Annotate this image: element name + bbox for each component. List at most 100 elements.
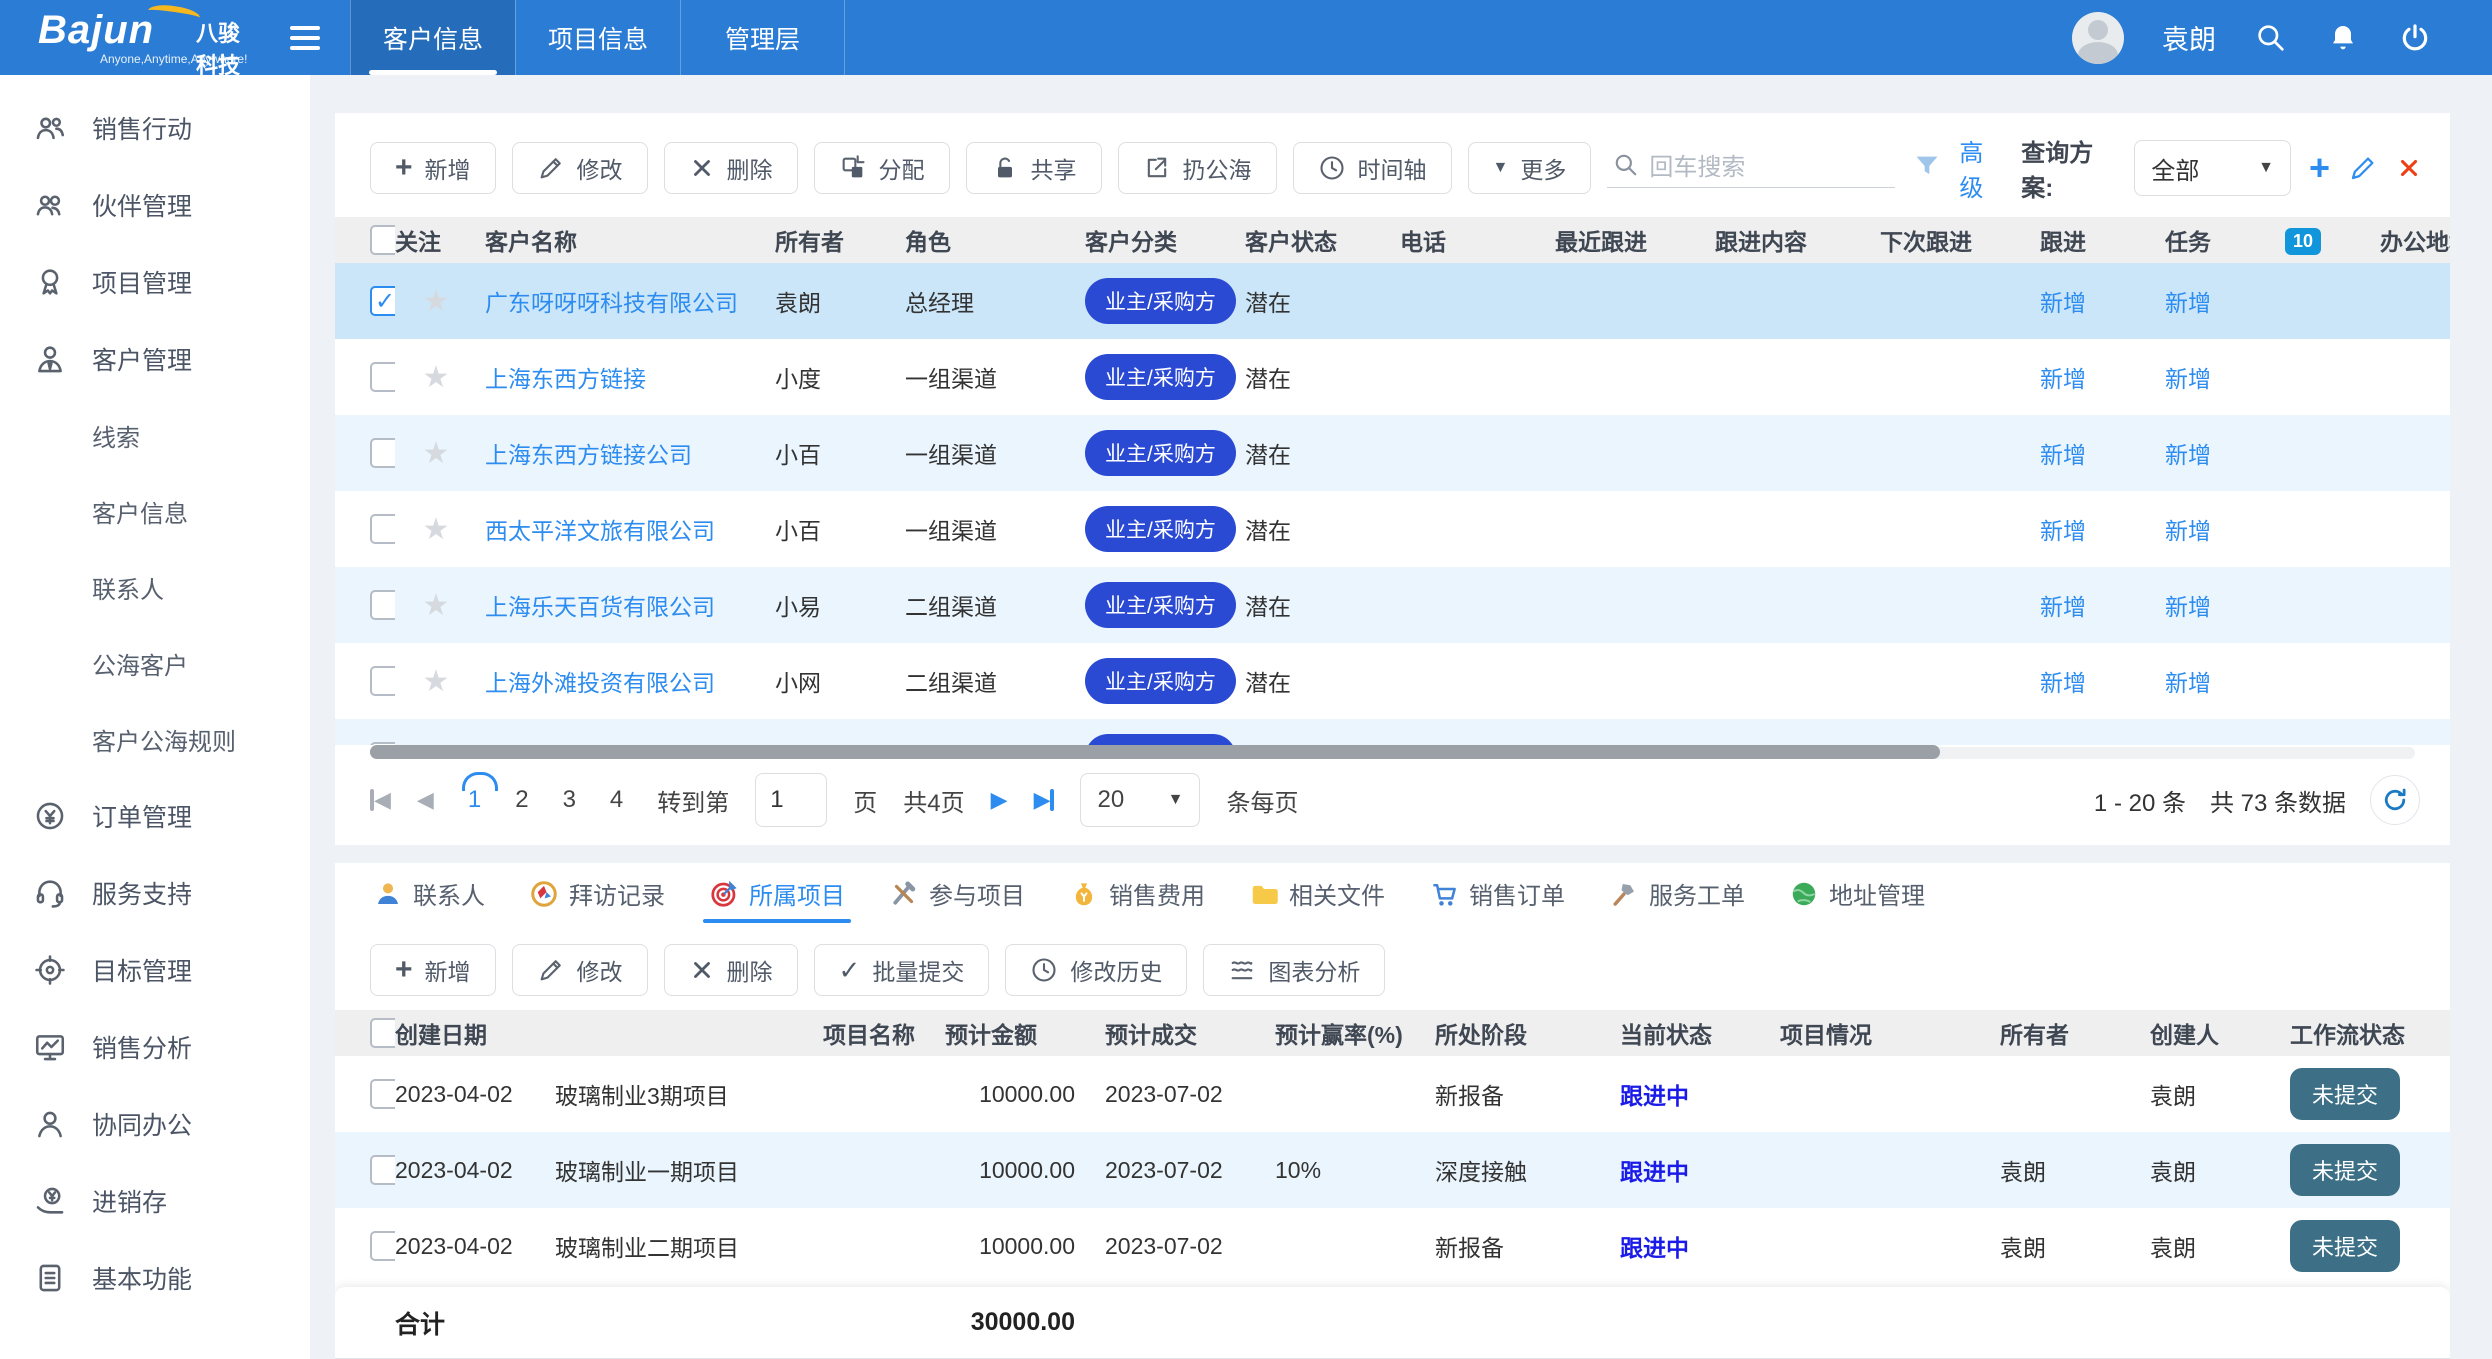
customers-更多-button[interactable]: ▼ 更多 xyxy=(1467,142,1592,194)
row-checkbox[interactable] xyxy=(370,438,395,468)
customer-row[interactable]: ✓ ★ 广东呀呀呀科技有限公司 袁朗 总经理 业主/采购方 潜在 新增 新增 xyxy=(335,263,2450,339)
column-header-电话[interactable]: 电话 xyxy=(1400,223,1555,257)
sidebar-item-协同办公[interactable]: 协同办公 xyxy=(0,1085,310,1162)
sidebar-item-服务支持[interactable]: 服务支持 xyxy=(0,854,310,931)
detail-tab-相关文件[interactable]: 相关文件 xyxy=(1249,876,1385,923)
add-task-link[interactable]: 新增 xyxy=(2165,290,2211,316)
sidebar-item-项目管理[interactable]: 项目管理 xyxy=(0,243,310,320)
details-图表分析-button[interactable]: 图表分析 xyxy=(1203,944,1386,996)
customers-共享-button[interactable]: 共享 xyxy=(965,142,1102,194)
add-follow-link[interactable]: 新增 xyxy=(2040,594,2086,620)
add-follow-link[interactable]: 新增 xyxy=(2040,290,2086,316)
menu-toggle-icon[interactable] xyxy=(260,0,350,75)
detail-tab-拜访记录[interactable]: 拜访记录 xyxy=(529,876,665,923)
main-tab-管理层[interactable]: 管理层 xyxy=(680,0,845,75)
row-checkbox[interactable] xyxy=(370,362,395,392)
detail-tab-联系人[interactable]: 联系人 xyxy=(373,876,485,923)
details-新增-button[interactable]: + 新增 xyxy=(370,944,496,996)
customers-删除-button[interactable]: 删除 xyxy=(663,142,798,194)
star-icon[interactable]: ★ xyxy=(395,588,485,623)
row-checkbox[interactable]: ✓ xyxy=(370,286,395,316)
sidebar-item-伙伴管理[interactable]: 伙伴管理 xyxy=(0,166,310,243)
column-header-关注[interactable]: 关注 xyxy=(395,223,485,257)
column-header-预计金额[interactable]: 预计金额 xyxy=(945,1016,1105,1050)
bell-icon[interactable] xyxy=(2326,21,2360,55)
detail-tab-销售费用[interactable]: 销售费用 xyxy=(1069,876,1205,923)
customer-name-link[interactable]: 上海东西方链接公司 xyxy=(485,436,775,470)
column-header-预计成交[interactable]: 预计成交 xyxy=(1105,1016,1275,1050)
next-page-button[interactable]: ▶ xyxy=(991,787,1008,813)
search-icon[interactable] xyxy=(2254,21,2288,55)
page-number-3[interactable]: 3 xyxy=(555,782,584,818)
column-header-最近跟进[interactable]: 最近跟进 xyxy=(1555,223,1715,257)
customer-name-link[interactable]: 上海东西方链接 xyxy=(485,360,775,394)
star-icon[interactable]: ★ xyxy=(395,512,485,547)
column-header-当前状态[interactable]: 当前状态 xyxy=(1620,1016,1780,1050)
page-number-2[interactable]: 2 xyxy=(507,782,536,818)
page-number-1[interactable]: 1 xyxy=(460,772,499,818)
customer-row[interactable]: ★ 上海东西方链接 小度 一组渠道 业主/采购方 潜在 新增 新增 xyxy=(335,339,2450,415)
column-header-所有者[interactable]: 所有者 xyxy=(2000,1016,2150,1050)
sidebar-item-目标管理[interactable]: 目标管理 xyxy=(0,931,310,1008)
project-row[interactable]: 2023-04-02 玻璃制业二期项目 10000.00 2023-07-02 新报备 跟… xyxy=(335,1208,2450,1284)
column-header-项目名称[interactable]: 项目名称 xyxy=(555,1016,945,1050)
detail-tab-服务工单[interactable]: 服务工单 xyxy=(1609,876,1745,923)
main-tab-项目信息[interactable]: 项目信息 xyxy=(515,0,680,75)
row-checkbox[interactable] xyxy=(370,514,395,544)
last-page-button[interactable]: ▶ xyxy=(1034,787,1055,813)
scrollbar-thumb[interactable] xyxy=(370,745,1940,759)
main-tab-客户信息[interactable]: 客户信息 xyxy=(350,0,515,75)
detail-tab-所属项目[interactable]: 所属项目 xyxy=(703,876,851,923)
column-header-跟进[interactable]: 跟进 xyxy=(2040,223,2165,257)
customer-row[interactable]: ★ 上海外滩投资有限公司 小网 二组渠道 业主/采购方 潜在 新增 新增 xyxy=(335,643,2450,719)
current-status-link[interactable]: 跟进中 xyxy=(1620,1235,1689,1261)
details-修改历史-button[interactable]: 修改历史 xyxy=(1005,944,1188,996)
column-header-工作流状态[interactable]: 工作流状态 xyxy=(2290,1016,2450,1050)
details-批量提交-button[interactable]: ✓ 批量提交 xyxy=(813,944,990,996)
customers-新增-button[interactable]: + 新增 xyxy=(370,142,496,194)
add-task-link[interactable]: 新增 xyxy=(2165,670,2211,696)
customer-row[interactable]: ★ 西太平洋文旅有限公司 小百 一组渠道 业主/采购方 潜在 新增 新增 xyxy=(335,491,2450,567)
detail-tab-参与项目[interactable]: 参与项目 xyxy=(889,876,1025,923)
star-icon[interactable]: ★ xyxy=(395,664,485,699)
column-header-项目情况[interactable]: 项目情况 xyxy=(1780,1016,2000,1050)
customers-时间轴-button[interactable]: 时间轴 xyxy=(1292,142,1452,194)
sidebar-subitem-联系人[interactable]: 联系人 xyxy=(0,549,310,625)
row-checkbox[interactable] xyxy=(370,1079,395,1109)
row-checkbox[interactable] xyxy=(370,1155,395,1185)
search-input[interactable] xyxy=(1649,153,1890,182)
advanced-search-link[interactable]: 高级 xyxy=(1959,133,2003,203)
detail-tab-销售订单[interactable]: 销售订单 xyxy=(1429,876,1565,923)
customers-分配-button[interactable]: 分配 xyxy=(813,142,950,194)
sidebar-item-销售行动[interactable]: 销售行动 xyxy=(0,89,310,166)
add-follow-link[interactable]: 新增 xyxy=(2040,442,2086,468)
customer-name-link[interactable]: 上海外滩投资有限公司 xyxy=(485,664,775,698)
add-task-link[interactable]: 新增 xyxy=(2165,594,2211,620)
sidebar-item-进销存[interactable]: 进销存 xyxy=(0,1162,310,1239)
customer-row[interactable]: ★ 上海东西方链接公司 小百 一组渠道 业主/采购方 潜在 新增 新增 xyxy=(335,415,2450,491)
customer-name-link[interactable]: 上海乐天百货有限公司 xyxy=(485,588,775,622)
goto-page-input[interactable] xyxy=(755,773,828,827)
detail-tab-地址管理[interactable]: 地址管理 xyxy=(1789,876,1925,923)
column-header-预计赢率(%)[interactable]: 预计赢率(%) xyxy=(1275,1016,1435,1050)
avatar[interactable] xyxy=(2072,11,2124,64)
details-删除-button[interactable]: 删除 xyxy=(663,944,798,996)
add-task-link[interactable]: 新增 xyxy=(2165,442,2211,468)
column-header-客户分类[interactable]: 客户分类 xyxy=(1085,223,1245,257)
sidebar-subitem-客户信息[interactable]: 客户信息 xyxy=(0,473,310,549)
project-row[interactable]: 2023-04-02 玻璃制业一期项目 10000.00 2023-07-02 10% 深… xyxy=(335,1132,2450,1208)
sidebar-item-客户管理[interactable]: 客户管理 xyxy=(0,320,310,397)
prev-page-button[interactable]: ◀ xyxy=(417,787,434,813)
row-checkbox[interactable] xyxy=(370,1231,395,1261)
column-header-客户状态[interactable]: 客户状态 xyxy=(1245,223,1400,257)
select-all-checkbox[interactable] xyxy=(370,225,395,255)
column-header-下次跟进[interactable]: 下次跟进 xyxy=(1880,223,2040,257)
column-header-所有者[interactable]: 所有者 xyxy=(775,223,905,257)
sidebar-subitem-公海客户[interactable]: 公海客户 xyxy=(0,625,310,701)
customer-name-link[interactable]: 西太平洋文旅有限公司 xyxy=(485,512,775,546)
row-checkbox[interactable] xyxy=(370,590,395,620)
customer-row[interactable]: ★ 上海乐天百货有限公司 小易 二组渠道 业主/采购方 潜在 新增 新增 xyxy=(335,567,2450,643)
sidebar-item-订单管理[interactable]: 订单管理 xyxy=(0,777,310,854)
query-plan-select[interactable]: 全部 ▼ xyxy=(2134,140,2291,196)
customer-name-link[interactable]: 广东呀呀呀科技有限公司 xyxy=(485,284,775,318)
